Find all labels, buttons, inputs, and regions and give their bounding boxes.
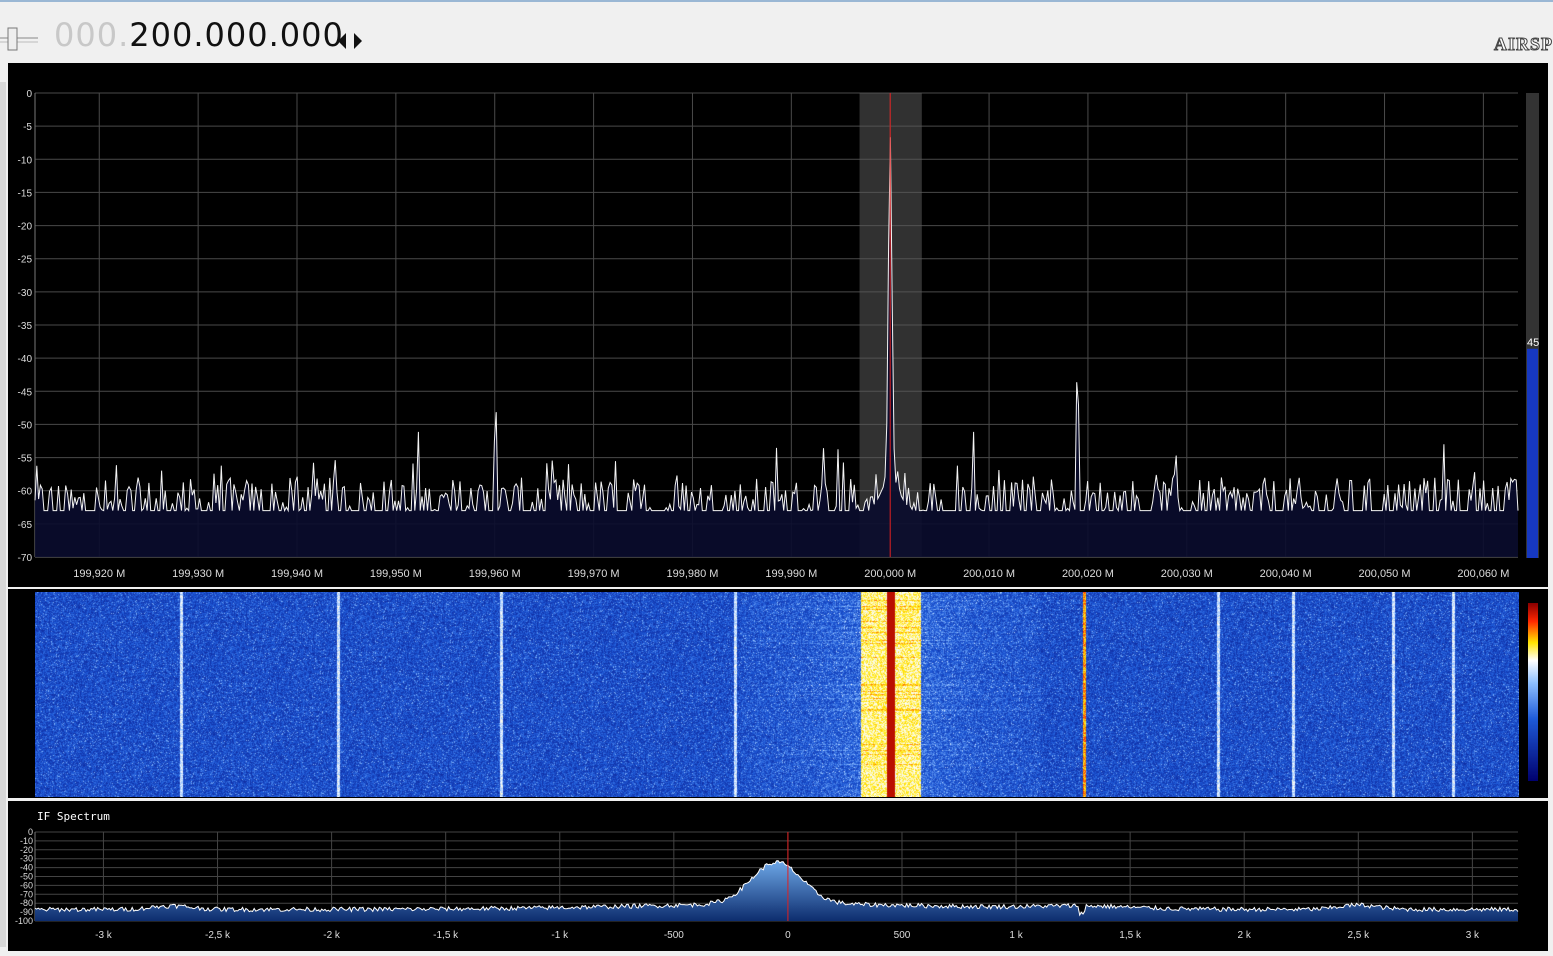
spectrum-y-axis: 0 -5 -10 -15 -20 -25 -30 -35 -40 -45 -50 -55 -60 -65 -…: [18, 89, 33, 564]
spectrum-fill: [35, 137, 1518, 558]
spectrum-y-tick: -15: [18, 188, 33, 199]
spectrum-x-tick: 199,920 M: [73, 568, 125, 580]
if-spectrum-x-axis: -3 k -2,5 k -2 k -1,5 k -1 k -500 0 500 1 k 1,5 k…: [95, 930, 1480, 941]
if-x-tick: -1 k: [551, 930, 569, 941]
if-spectrum-plot[interactable]: 0-10-20-30-40-50-60-70-80-90-100 -3 k -2,…: [8, 801, 1548, 951]
spectrum-x-tick: 199,990 M: [765, 568, 817, 580]
if-x-tick: -3 k: [95, 930, 113, 941]
spectrum-x-axis: 199,920 M 199,930 M 199,940 M 199,950 M 199,…: [73, 568, 1509, 580]
spectrum-y-tick: -45: [18, 387, 33, 398]
if-spectrum-fill: [35, 860, 1518, 921]
if-y-tick: -100: [15, 916, 33, 926]
spectrum-y-tick: -40: [18, 354, 33, 365]
frequency-display[interactable]: 000.200.000.000: [54, 16, 344, 54]
spectrum-trace: [34, 137, 1519, 513]
spectrum-y-tick: -65: [18, 520, 33, 531]
spectrum-x-tick: 199,960 M: [469, 568, 521, 580]
waterfall-color-scale: [1528, 603, 1538, 781]
left-panel-edge: [0, 82, 6, 947]
if-spectrum-title: IF Spectrum: [37, 810, 110, 823]
if-x-tick: 3 k: [1466, 930, 1480, 941]
spectrum-y-tick: -30: [18, 288, 33, 299]
spectrum-y-tick: -60: [18, 487, 33, 498]
slider-icon[interactable]: [0, 20, 40, 60]
waterfall-panel[interactable]: [8, 589, 1548, 798]
spectrum-y-tick: -10: [18, 155, 33, 166]
spectrum-y-tick: -20: [18, 222, 33, 233]
waterfall-display[interactable]: [35, 592, 1519, 797]
if-x-tick: -500: [664, 930, 684, 941]
if-x-tick: -2,5 k: [205, 930, 231, 941]
spectrum-y-tick: -55: [18, 454, 33, 465]
spectrum-x-tick: 199,950 M: [370, 568, 422, 580]
if-x-tick: -2 k: [323, 930, 341, 941]
spectrum-x-tick: 200,020 M: [1062, 568, 1114, 580]
spectrum-panel[interactable]: 0 -5 -10 -15 -20 -25 -30 -35 -40 -45 -50 -55 -60 -65 -…: [8, 63, 1548, 587]
frequency-leading-digits[interactable]: 000.: [54, 16, 129, 54]
spectrum-x-tick: 199,930 M: [172, 568, 224, 580]
spectrum-x-tick: 200,050 M: [1359, 568, 1411, 580]
if-x-tick: 1 k: [1009, 930, 1023, 941]
frequency-digits[interactable]: 200.000.000: [129, 16, 344, 54]
spectrum-y-tick: -35: [18, 321, 33, 332]
spectrum-x-tick: 199,980 M: [666, 568, 718, 580]
spectrum-x-tick: 200,040 M: [1260, 568, 1312, 580]
if-x-tick: -1,5 k: [433, 930, 459, 941]
if-spectrum-panel[interactable]: IF Spectrum 0 -10 -20 -30 -40 -50 -60 -70 -80 -90…: [8, 801, 1548, 951]
frequency-step-arrows-icon[interactable]: [337, 29, 367, 53]
if-x-tick: 1,5 k: [1119, 930, 1142, 941]
gain-gauge-fill[interactable]: [1527, 348, 1538, 558]
gain-gauge-value: 45: [1527, 337, 1539, 349]
spectrum-x-tick: 199,940 M: [271, 568, 323, 580]
spectrum-x-tick: 199,970 M: [568, 568, 620, 580]
spectrum-y-tick: -5: [23, 122, 32, 133]
spectrum-x-tick: 200,060 M: [1457, 568, 1509, 580]
spectrum-y-tick: -25: [18, 255, 33, 266]
if-x-tick: 500: [894, 930, 911, 941]
spectrum-x-tick: 200,010 M: [963, 568, 1015, 580]
spectrum-plot[interactable]: 0 -5 -10 -15 -20 -25 -30 -35 -40 -45 -50 -55 -60 -65 -…: [8, 63, 1548, 587]
spectrum-y-tick: -70: [18, 553, 33, 564]
airspy-logo: AIRSP: [1493, 34, 1553, 55]
if-x-tick: 2 k: [1238, 930, 1252, 941]
spectrum-x-tick: 200,030 M: [1161, 568, 1213, 580]
spectrum-y-tick: -50: [18, 420, 33, 431]
toolbar: 000.200.000.000 AIRSP: [0, 0, 1553, 62]
if-x-tick: 0: [785, 930, 791, 941]
if-x-tick: 2,5 k: [1347, 930, 1370, 941]
if-spectrum-y-axis: 0-10-20-30-40-50-60-70-80-90-100: [15, 827, 33, 926]
spectrum-x-tick: 200,000 M: [864, 568, 916, 580]
spectrum-y-tick: 0: [26, 89, 32, 100]
